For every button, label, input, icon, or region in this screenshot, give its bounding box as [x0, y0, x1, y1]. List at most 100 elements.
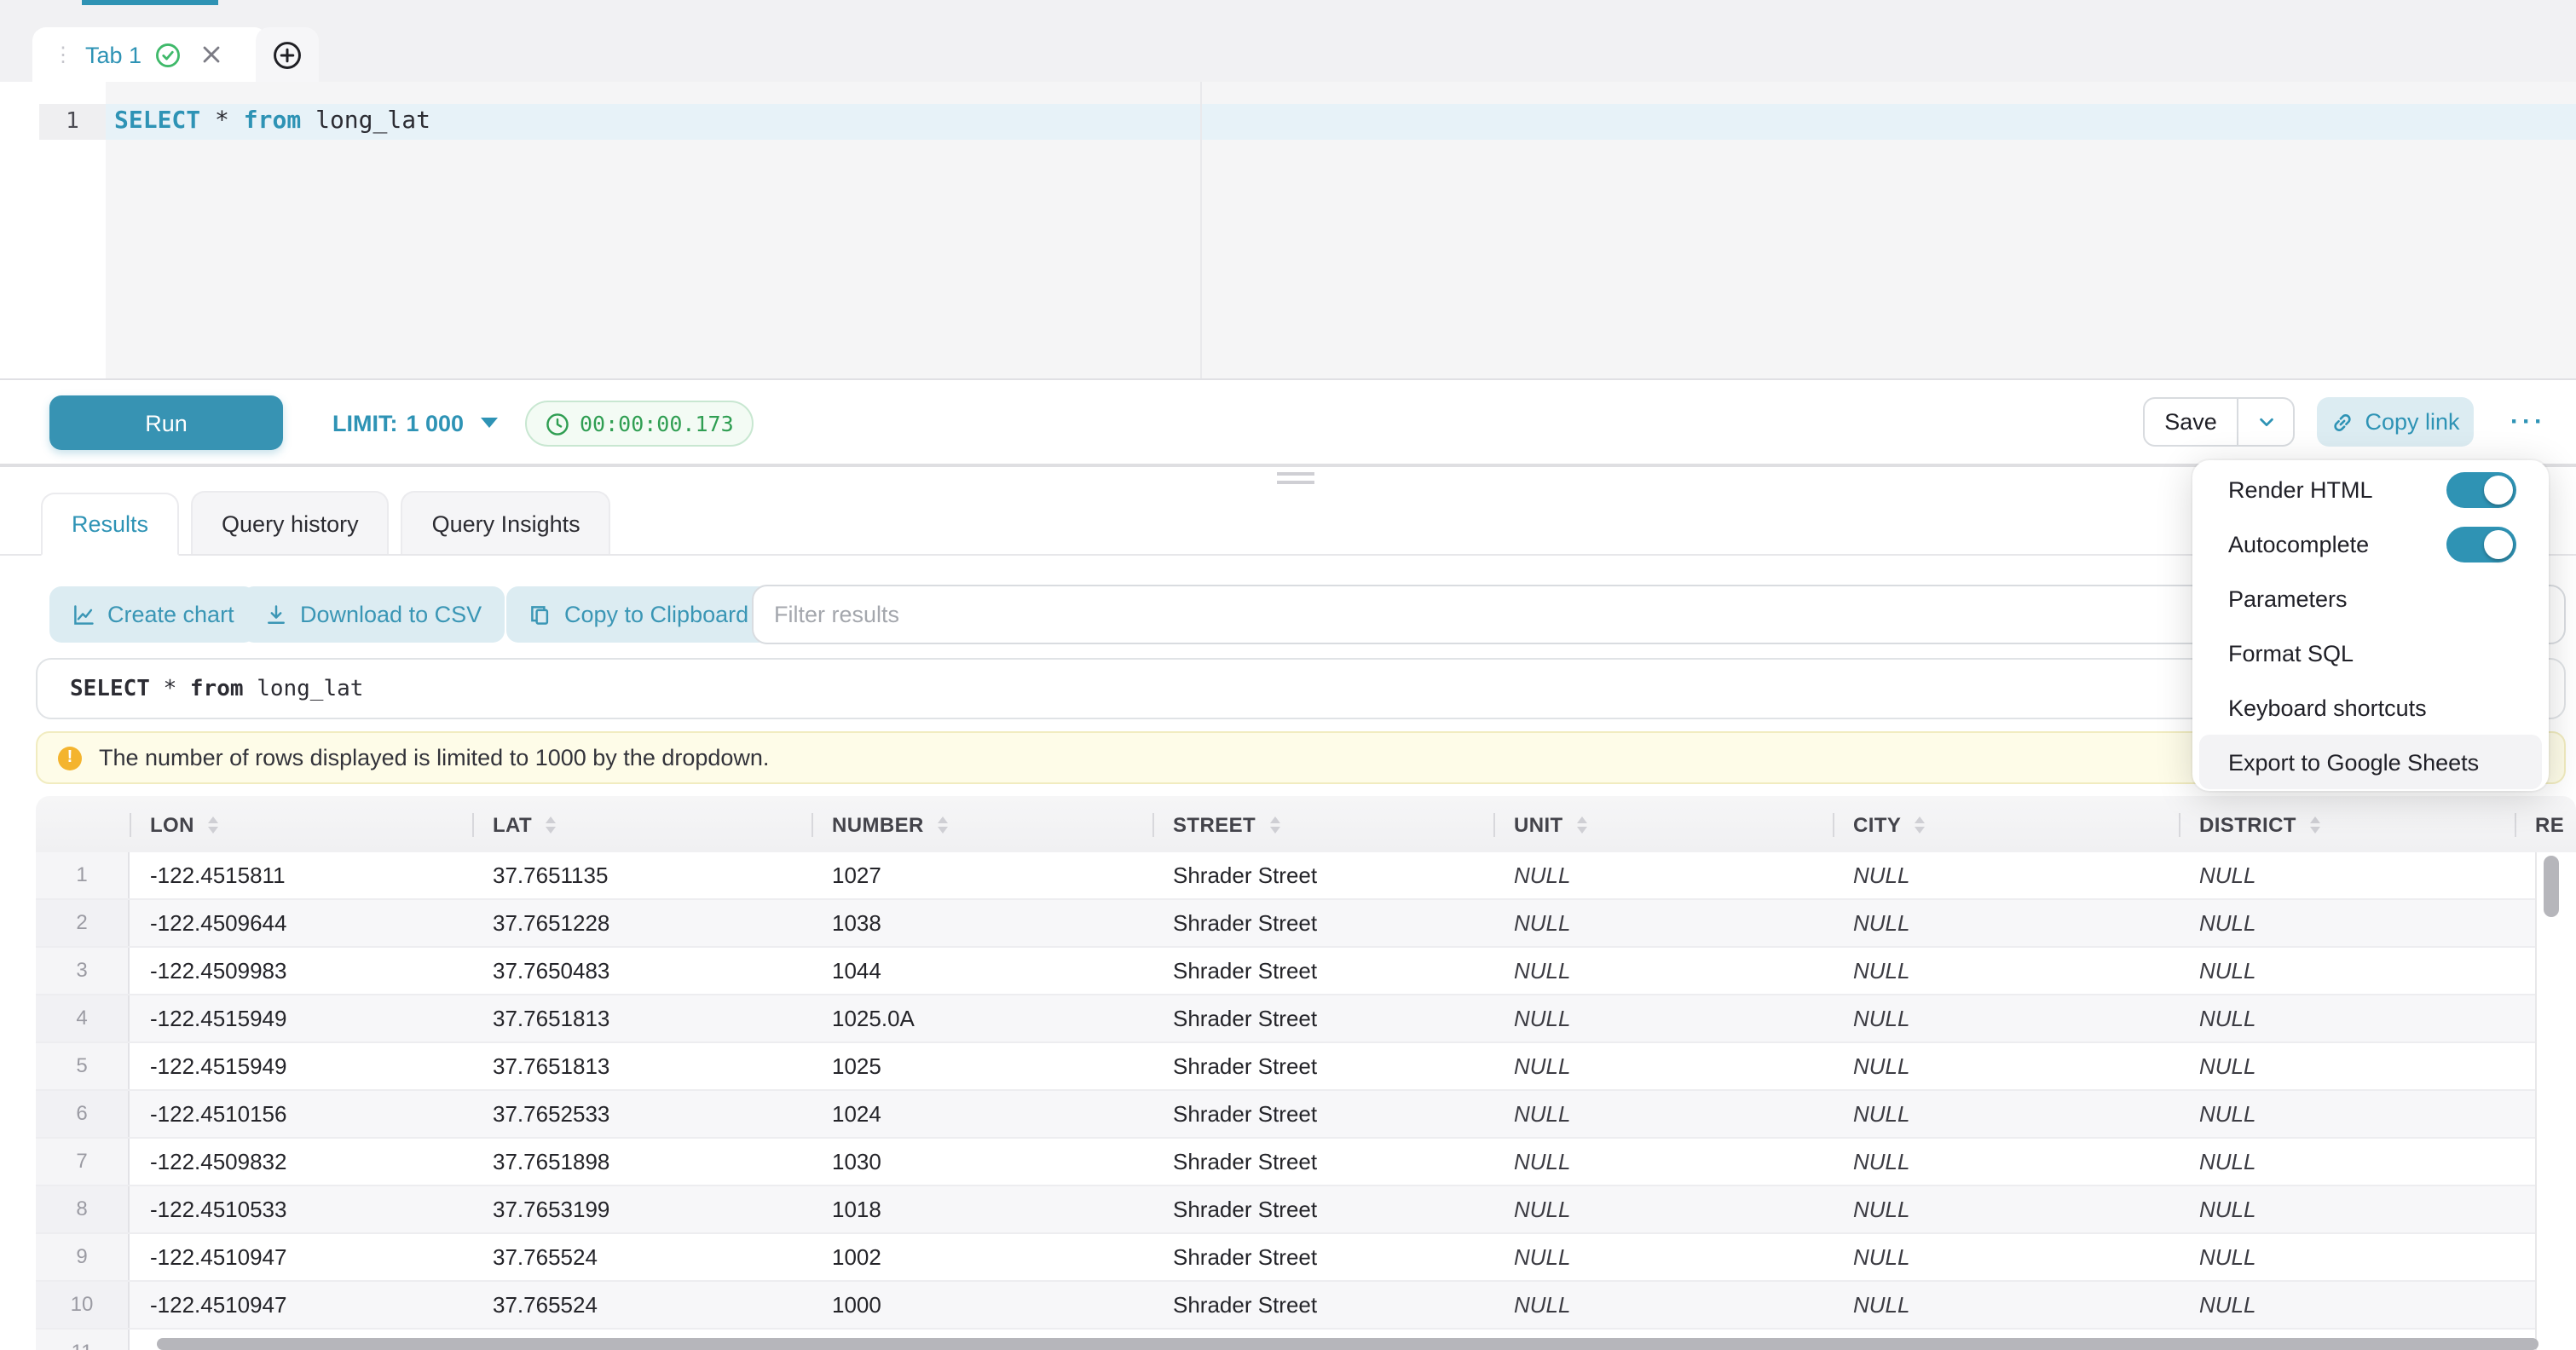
cell-city[interactable]: NULL: [1833, 1091, 2179, 1137]
cell-district[interactable]: NULL: [2179, 995, 2515, 1041]
cell-lat[interactable]: 37.7653199: [472, 1186, 811, 1232]
vertical-scrollbar[interactable]: [2544, 856, 2559, 917]
sort-icon[interactable]: [1915, 816, 1925, 833]
cell-lat[interactable]: 37.7651228: [472, 900, 811, 946]
cell-city[interactable]: NULL: [1833, 900, 2179, 946]
cell-district[interactable]: NULL: [2179, 1282, 2515, 1328]
menu-item-export-google-sheets[interactable]: Export to Google Sheets: [2199, 735, 2542, 789]
cell-street[interactable]: Shrader Street: [1152, 1139, 1493, 1185]
cell-lon[interactable]: -122.4510947: [130, 1234, 472, 1280]
cell-number[interactable]: 1000: [811, 1282, 1152, 1328]
cell-unit[interactable]: NULL: [1493, 1186, 1833, 1232]
cell-lat[interactable]: 37.7652533: [472, 1091, 811, 1137]
cell-lat[interactable]: 37.7651135: [472, 852, 811, 898]
cell-district[interactable]: NULL: [2179, 1043, 2515, 1089]
sort-icon[interactable]: [1577, 816, 1587, 833]
cell-unit[interactable]: NULL: [1493, 900, 1833, 946]
header-unit[interactable]: UNIT: [1493, 796, 1833, 852]
copy-link-button[interactable]: Copy link: [2317, 397, 2474, 447]
cell-lon[interactable]: -122.4510947: [130, 1282, 472, 1328]
cell-city[interactable]: NULL: [1833, 1043, 2179, 1089]
save-button[interactable]: Save: [2145, 399, 2237, 445]
cell-city[interactable]: NULL: [1833, 1186, 2179, 1232]
cell-street[interactable]: Shrader Street: [1152, 1282, 1493, 1328]
cell-lat[interactable]: 37.7651813: [472, 995, 811, 1041]
table-row[interactable]: 7 -122.4509832 37.7651898 1030 Shrader S…: [36, 1139, 2535, 1186]
table-row[interactable]: 3 -122.4509983 37.7650483 1044 Shrader S…: [36, 948, 2535, 995]
cell-number[interactable]: 1002: [811, 1234, 1152, 1280]
sort-icon[interactable]: [546, 816, 556, 833]
cell-district[interactable]: NULL: [2179, 948, 2515, 994]
header-city[interactable]: CITY: [1833, 796, 2179, 852]
cell-district[interactable]: NULL: [2179, 1139, 2515, 1185]
table-row[interactable]: 1 -122.4515811 37.7651135 1027 Shrader S…: [36, 852, 2535, 900]
menu-item-format-sql[interactable]: Format SQL: [2192, 626, 2549, 680]
table-row[interactable]: 4 -122.4515949 37.7651813 1025.0A Shrade…: [36, 995, 2535, 1043]
close-tab-icon[interactable]: [201, 44, 222, 65]
menu-item-parameters[interactable]: Parameters: [2192, 571, 2549, 626]
header-lat[interactable]: LAT: [472, 796, 811, 852]
cell-city[interactable]: NULL: [1833, 852, 2179, 898]
cell-street[interactable]: Shrader Street: [1152, 1043, 1493, 1089]
sort-icon[interactable]: [2310, 816, 2320, 833]
cell-district[interactable]: NULL: [2179, 1234, 2515, 1280]
header-number[interactable]: NUMBER: [811, 796, 1152, 852]
menu-item-render-html[interactable]: Render HTML: [2192, 462, 2549, 516]
sql-code-editor[interactable]: 1 SELECT * from long_lat: [0, 82, 2576, 380]
cell-city[interactable]: NULL: [1833, 995, 2179, 1041]
table-row[interactable]: 6 -122.4510156 37.7652533 1024 Shrader S…: [36, 1091, 2535, 1139]
cell-lat[interactable]: 37.7651898: [472, 1139, 811, 1185]
header-re-clipped[interactable]: RE: [2515, 796, 2576, 852]
tab-query-history[interactable]: Query history: [191, 491, 390, 554]
sort-icon[interactable]: [208, 816, 218, 833]
horizontal-scrollbar[interactable]: [157, 1338, 2538, 1350]
cell-city[interactable]: NULL: [1833, 1282, 2179, 1328]
cell-number[interactable]: 1024: [811, 1091, 1152, 1137]
header-district[interactable]: DISTRICT: [2179, 796, 2515, 852]
cell-lon[interactable]: -122.4515811: [130, 852, 472, 898]
cell-street[interactable]: Shrader Street: [1152, 948, 1493, 994]
tab-results[interactable]: Results: [41, 493, 179, 556]
cell-number[interactable]: 1018: [811, 1186, 1152, 1232]
sort-icon[interactable]: [1269, 816, 1279, 833]
cell-number[interactable]: 1044: [811, 948, 1152, 994]
cell-street[interactable]: Shrader Street: [1152, 1091, 1493, 1137]
cell-district[interactable]: NULL: [2179, 852, 2515, 898]
cell-lon[interactable]: -122.4509832: [130, 1139, 472, 1185]
cell-street[interactable]: Shrader Street: [1152, 995, 1493, 1041]
more-options-button[interactable]: ···: [2499, 397, 2557, 447]
drag-handle-icon[interactable]: ⋮: [53, 46, 73, 63]
code-line-1[interactable]: SELECT * from long_lat: [106, 104, 2576, 140]
sort-icon[interactable]: [938, 816, 948, 833]
cell-number[interactable]: 1030: [811, 1139, 1152, 1185]
cell-district[interactable]: NULL: [2179, 900, 2515, 946]
run-button[interactable]: Run: [49, 395, 283, 450]
cell-city[interactable]: NULL: [1833, 1139, 2179, 1185]
download-csv-button[interactable]: Download to CSV: [242, 586, 504, 643]
cell-lon[interactable]: -122.4509983: [130, 948, 472, 994]
cell-city[interactable]: NULL: [1833, 948, 2179, 994]
autocomplete-toggle[interactable]: [2446, 526, 2516, 562]
cell-street[interactable]: Shrader Street: [1152, 900, 1493, 946]
cell-district[interactable]: NULL: [2179, 1091, 2515, 1137]
cell-unit[interactable]: NULL: [1493, 1282, 1833, 1328]
copy-to-clipboard-button[interactable]: Copy to Clipboard: [506, 586, 771, 643]
table-row[interactable]: 5 -122.4515949 37.7651813 1025 Shrader S…: [36, 1043, 2535, 1091]
cell-city[interactable]: NULL: [1833, 1234, 2179, 1280]
cell-number[interactable]: 1025.0A: [811, 995, 1152, 1041]
table-row[interactable]: 8 -122.4510533 37.7653199 1018 Shrader S…: [36, 1186, 2535, 1234]
header-lon[interactable]: LON: [130, 796, 472, 852]
cell-lat[interactable]: 37.7651813: [472, 1043, 811, 1089]
cell-unit[interactable]: NULL: [1493, 1043, 1833, 1089]
cell-unit[interactable]: NULL: [1493, 995, 1833, 1041]
cell-unit[interactable]: NULL: [1493, 1234, 1833, 1280]
cell-number[interactable]: 1038: [811, 900, 1152, 946]
table-row[interactable]: 9 -122.4510947 37.765524 1002 Shrader St…: [36, 1234, 2535, 1282]
cell-unit[interactable]: NULL: [1493, 948, 1833, 994]
cell-lon[interactable]: -122.4509644: [130, 900, 472, 946]
cell-lat[interactable]: 37.765524: [472, 1282, 811, 1328]
table-row[interactable]: 2 -122.4509644 37.7651228 1038 Shrader S…: [36, 900, 2535, 948]
cell-street[interactable]: Shrader Street: [1152, 1186, 1493, 1232]
cell-lon[interactable]: -122.4515949: [130, 1043, 472, 1089]
new-tab-button[interactable]: [256, 27, 319, 82]
